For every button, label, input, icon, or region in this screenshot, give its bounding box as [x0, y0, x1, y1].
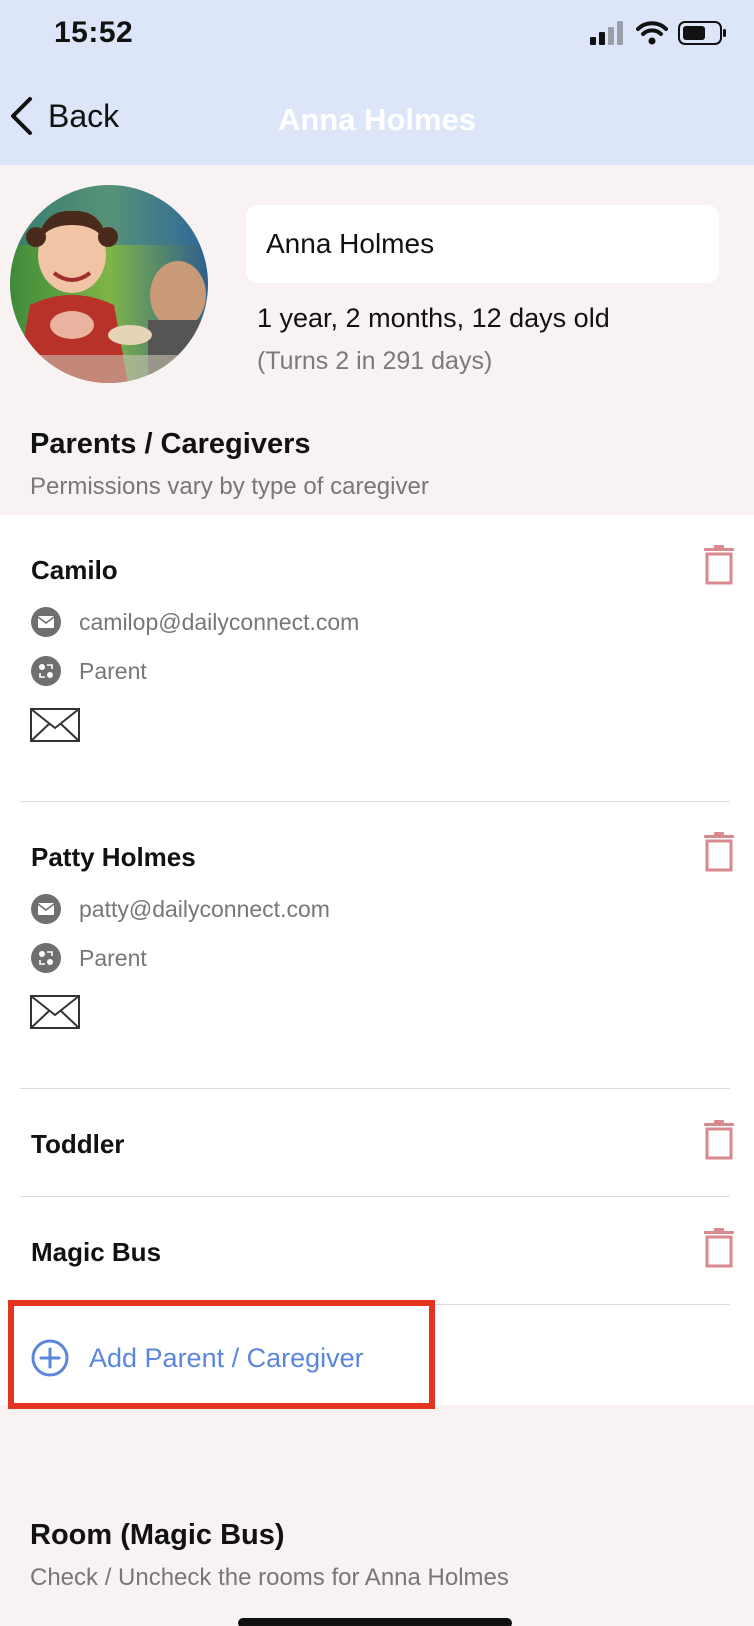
child-avatar[interactable]: [10, 185, 208, 383]
caregiver-item[interactable]: Camilo camilop@dailyconnect.com Parent: [0, 515, 754, 801]
home-indicator: [238, 1618, 512, 1626]
caregiver-email: patty@dailyconnect.com: [79, 895, 330, 922]
nav-bar: Back Anna Holmes: [0, 70, 754, 165]
caregiver-role: Parent: [79, 944, 147, 971]
envelope-icon: [31, 607, 61, 637]
trash-icon: [704, 832, 734, 872]
trash-icon: [704, 1120, 734, 1160]
child-age: 1 year, 2 months, 12 days old: [257, 303, 610, 333]
highlight-annotation: [8, 1300, 435, 1409]
caregiver-email-row: patty@dailyconnect.com: [31, 894, 330, 924]
section-title: Parents / Caregivers: [30, 428, 311, 460]
section-title: Room (Magic Bus): [30, 1519, 285, 1551]
caregiver-role-row: Parent: [31, 656, 147, 686]
caregiver-email-row: camilop@dailyconnect.com: [31, 607, 359, 637]
caregiver-name: Patty Holmes: [31, 842, 196, 872]
delete-caregiver-button[interactable]: [703, 545, 735, 590]
people-swap-icon: [31, 656, 61, 686]
status-time: 15:52: [54, 16, 134, 49]
parents-section-header: Parents / Caregivers Permissions vary by…: [30, 428, 429, 501]
mail-outline-icon: [30, 708, 80, 742]
people-swap-icon: [31, 943, 61, 973]
room-section-header: Room (Magic Bus) Check / Uncheck the roo…: [30, 1519, 509, 1592]
profile-header: Anna Holmes 1 year, 2 months, 12 days ol…: [0, 165, 754, 395]
send-invite-button[interactable]: [30, 708, 80, 747]
nav-title: Anna Holmes: [277, 102, 477, 137]
caregiver-email: camilop@dailyconnect.com: [79, 608, 360, 635]
caregiver-item[interactable]: Magic Bus: [0, 1197, 754, 1304]
caregiver-name: Toddler: [31, 1129, 125, 1159]
caregiver-name: Camilo: [31, 555, 118, 585]
mail-outline-icon: [30, 995, 80, 1029]
cellular-signal-icon: [590, 21, 623, 45]
caregiver-name: Magic Bus: [31, 1237, 162, 1267]
trash-icon: [704, 1228, 734, 1268]
section-subtitle: Check / Uncheck the rooms for Anna Holme…: [30, 1564, 509, 1591]
status-icons: [590, 20, 728, 46]
caregiver-role: Parent: [79, 657, 147, 684]
battery-icon: [678, 21, 726, 45]
caregiver-list: Camilo camilop@dailyconnect.com Parent P…: [0, 515, 754, 1405]
wifi-icon: [636, 21, 668, 45]
child-name-field[interactable]: Anna Holmes: [246, 205, 719, 283]
caregiver-item[interactable]: Toddler: [0, 1089, 754, 1196]
child-photo: [10, 185, 208, 383]
delete-caregiver-button[interactable]: [703, 832, 735, 877]
caregiver-item[interactable]: Patty Holmes patty@dailyconnect.com Pare…: [0, 802, 754, 1088]
delete-caregiver-button[interactable]: [703, 1228, 735, 1273]
envelope-icon: [31, 894, 61, 924]
status-bar: 15:52: [0, 0, 754, 70]
section-subtitle: Permissions vary by type of caregiver: [30, 473, 429, 500]
next-birthday: (Turns 2 in 291 days): [257, 347, 493, 375]
delete-caregiver-button[interactable]: [703, 1120, 735, 1165]
send-invite-button[interactable]: [30, 995, 80, 1034]
caregiver-role-row: Parent: [31, 943, 147, 973]
trash-icon: [704, 545, 734, 585]
